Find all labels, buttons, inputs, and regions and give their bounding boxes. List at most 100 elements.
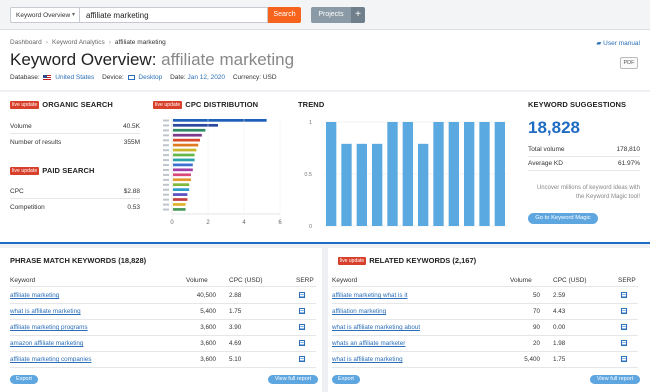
desktop-icon <box>127 74 135 80</box>
trend-bar <box>341 143 352 226</box>
cpc-bar <box>173 119 267 122</box>
keyword-magic-promo: Uncover millions of keyword ideas with t… <box>536 185 640 200</box>
cpc-bar <box>173 208 186 211</box>
device-select[interactable]: Desktop <box>138 74 162 81</box>
user-manual-link[interactable]: ▰ User manual <box>596 39 640 47</box>
average-kd-value: 61.97% <box>617 160 640 167</box>
trend-bar <box>387 122 398 226</box>
cpc-range-label <box>163 129 169 132</box>
keyword-link[interactable]: amazon affiliate marketing <box>10 340 83 347</box>
serp-icon[interactable] <box>621 308 627 314</box>
x-tick-label: 4 <box>242 220 246 226</box>
cpc-cell: 2.88 <box>229 292 242 299</box>
serp-icon[interactable] <box>299 324 305 330</box>
column-header-keyword[interactable]: Keyword <box>332 277 357 284</box>
cpc-cell: 0.00 <box>553 324 566 331</box>
keyword-magic-button[interactable]: Go to Keyword Magic <box>528 213 598 224</box>
related-keywords-title: live update RELATED KEYWORDS (2,167) <box>338 256 477 265</box>
serp-icon[interactable] <box>299 308 305 314</box>
divider <box>332 303 638 304</box>
serp-icon[interactable] <box>621 324 627 330</box>
volume-cell: 3,600 <box>200 340 216 347</box>
tool-select[interactable]: Keyword Overview ▾ <box>10 7 80 23</box>
phrase-match-title: PHRASE MATCH KEYWORDS (18,828) <box>10 256 147 265</box>
serp-icon[interactable] <box>621 340 627 346</box>
cpc-bar <box>173 193 188 196</box>
phrase-view-full-report-button[interactable]: View full report <box>268 375 318 384</box>
date-select[interactable]: Jan 12, 2020 <box>187 74 225 81</box>
serp-icon[interactable] <box>621 356 627 362</box>
cpc-range-label <box>163 178 169 181</box>
keyword-link[interactable]: affiliate marketing companies <box>10 356 91 363</box>
phrase-export-button[interactable]: Export <box>10 375 38 384</box>
column-header-cpc[interactable]: CPC (USD) <box>553 277 587 284</box>
volume-cell: 3,600 <box>200 324 216 331</box>
database-label: Database: <box>10 74 40 81</box>
serp-icon[interactable] <box>621 292 627 298</box>
cpc-range-label <box>163 154 169 157</box>
cpc-range-label <box>163 164 169 167</box>
cpc-bar <box>173 168 193 172</box>
keyword-link[interactable]: whats an affiliate marketer <box>332 340 405 347</box>
cpc-distribution-chart: 0 2 4 6 <box>163 118 282 226</box>
database-select[interactable]: United States <box>55 74 94 81</box>
column-header-volume[interactable]: Volume <box>510 277 532 284</box>
cpc-label: CPC <box>10 188 24 195</box>
divider <box>332 367 638 368</box>
pdf-button[interactable]: PDF <box>620 57 638 69</box>
y-tick-label: 0.5 <box>304 172 312 178</box>
add-project-button[interactable]: + <box>351 7 365 23</box>
cpc-bar <box>173 203 186 206</box>
cpc-bar <box>173 178 191 182</box>
divider <box>10 303 316 304</box>
us-flag-icon <box>43 74 52 80</box>
y-tick-label: 0 <box>309 224 312 230</box>
keyword-link[interactable]: affiliate marketing programs <box>10 324 88 331</box>
search-button[interactable]: Search <box>268 7 301 23</box>
column-header-volume[interactable]: Volume <box>186 277 208 284</box>
divider <box>332 335 638 336</box>
cpc-range-label <box>163 159 169 162</box>
cpc-cell: 1.75 <box>553 356 566 363</box>
serp-icon[interactable] <box>299 292 305 298</box>
cpc-value: $2.88 <box>123 188 140 195</box>
volume-cell: 5,400 <box>524 356 540 363</box>
keyword-link[interactable]: affiliate marketing what is it <box>332 292 407 299</box>
keyword-link[interactable]: what is affiliate marketing <box>332 356 403 363</box>
top-search-bar: Keyword Overview ▾ affiliate marketing S… <box>0 0 650 30</box>
column-header-keyword[interactable]: Keyword <box>10 277 35 284</box>
filter-bar: Database: United States Device: Desktop … <box>10 74 277 81</box>
keyword-suggestions-count[interactable]: 18,828 <box>528 118 580 138</box>
total-volume-label: Total volume <box>528 146 565 153</box>
keyword-link[interactable]: affiliate marketing <box>10 292 59 299</box>
keyword-link[interactable]: affiliation marketing <box>332 308 386 315</box>
keyword-link[interactable]: what is affiliate marketing <box>10 308 81 315</box>
trend-chart: 10.50 <box>304 120 508 230</box>
breadcrumb-keyword-analytics[interactable]: Keyword Analytics <box>52 39 105 46</box>
search-input[interactable]: affiliate marketing <box>80 7 268 23</box>
divider <box>332 286 638 287</box>
x-tick-label: 2 <box>206 220 210 226</box>
cpc-cell: 4.43 <box>553 308 566 315</box>
trend-bar <box>479 122 490 226</box>
overview-panel: live update ORGANIC SEARCH Volume 40.5K N… <box>0 92 650 242</box>
column-header-cpc[interactable]: CPC (USD) <box>229 277 263 284</box>
related-view-full-report-button[interactable]: View full report <box>590 375 640 384</box>
divider <box>10 319 316 320</box>
serp-icon[interactable] <box>299 356 305 362</box>
date-label: Date: <box>170 74 186 81</box>
cpc-cell: 1.75 <box>229 308 242 315</box>
breadcrumb-dashboard[interactable]: Dashboard <box>10 39 42 46</box>
cpc-range-label <box>163 193 169 196</box>
x-tick-label: 6 <box>278 220 282 226</box>
y-tick-label: 1 <box>309 120 312 126</box>
related-export-button[interactable]: Export <box>332 375 360 384</box>
keyword-link[interactable]: what is affiliate marketing about <box>332 324 420 331</box>
cpc-range-label <box>163 139 169 142</box>
organic-volume-label: Volume <box>10 123 32 130</box>
divider <box>528 170 640 171</box>
projects-button[interactable]: Projects <box>311 7 351 23</box>
serp-icon[interactable] <box>299 340 305 346</box>
divider <box>10 133 140 134</box>
page-title-keyword: affiliate marketing <box>161 50 295 69</box>
